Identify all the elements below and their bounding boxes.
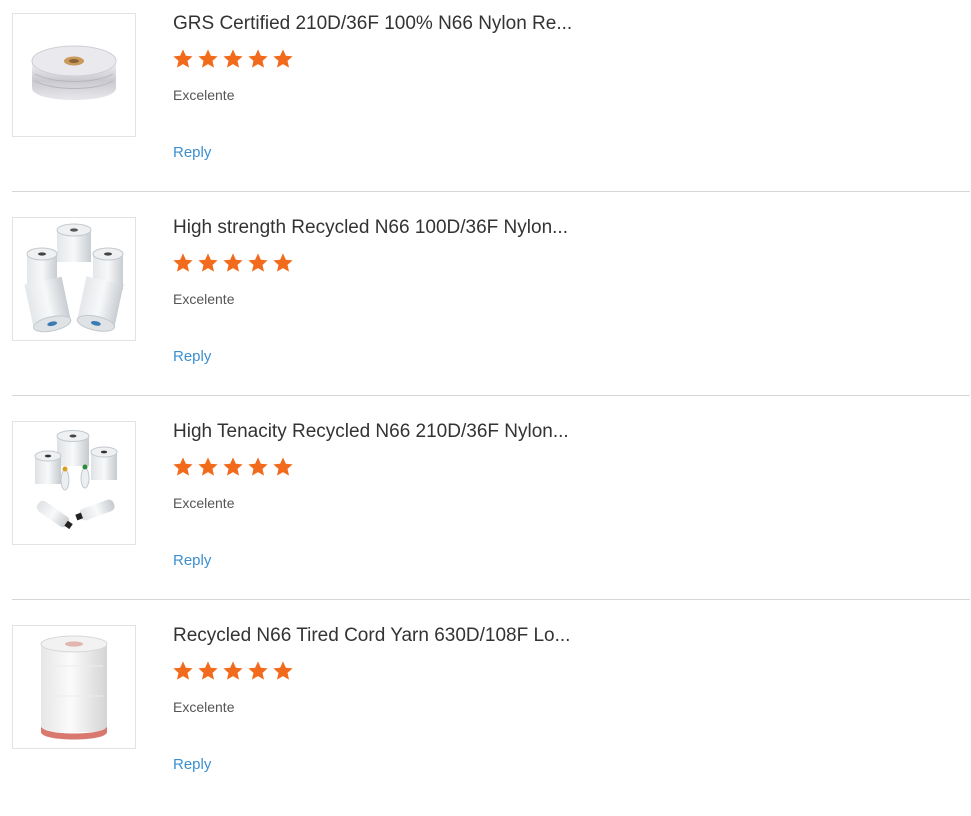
- product-title[interactable]: GRS Certified 210D/36F 100% N66 Nylon Re…: [173, 12, 572, 36]
- product-title[interactable]: High Tenacity Recycled N66 210D/36F Nylo…: [173, 420, 569, 444]
- star-rating: [172, 48, 294, 70]
- star-rating: [172, 252, 294, 274]
- star-icon: [272, 660, 294, 682]
- rating-label: Excelente: [173, 699, 235, 715]
- review-item: Recycled N66 Tired Cord Yarn 630D/108F L…: [0, 612, 971, 816]
- star-rating: [172, 660, 294, 682]
- star-icon: [172, 456, 194, 478]
- star-icon: [247, 456, 269, 478]
- stacked-yarn-spools-icon: [24, 223, 124, 333]
- rating-label: Excelente: [173, 291, 235, 307]
- star-icon: [222, 48, 244, 70]
- star-icon: [272, 48, 294, 70]
- star-icon: [197, 660, 219, 682]
- reply-link[interactable]: Reply: [173, 552, 211, 570]
- star-icon: [172, 660, 194, 682]
- star-icon: [172, 252, 194, 274]
- star-rating: [172, 456, 294, 478]
- star-icon: [247, 660, 269, 682]
- divider: [12, 191, 970, 192]
- star-icon: [272, 252, 294, 274]
- product-thumbnail[interactable]: [12, 217, 136, 341]
- review-item: High strength Recycled N66 100D/36F Nylo…: [0, 204, 971, 408]
- star-icon: [272, 456, 294, 478]
- star-icon: [172, 48, 194, 70]
- review-item: GRS Certified 210D/36F 100% N66 Nylon Re…: [0, 0, 971, 204]
- review-item: High Tenacity Recycled N66 210D/36F Nylo…: [0, 408, 971, 612]
- cord-yarn-bobbin-icon: [40, 635, 108, 740]
- star-icon: [197, 48, 219, 70]
- star-icon: [197, 456, 219, 478]
- divider: [12, 599, 970, 600]
- reply-link[interactable]: Reply: [173, 348, 211, 366]
- star-icon: [197, 252, 219, 274]
- product-thumbnail[interactable]: [12, 13, 136, 137]
- star-icon: [222, 456, 244, 478]
- reply-link[interactable]: Reply: [173, 756, 211, 774]
- star-icon: [222, 252, 244, 274]
- yarn-cones-icon: [34, 430, 118, 530]
- divider: [12, 395, 970, 396]
- product-thumbnail[interactable]: [12, 625, 136, 749]
- rating-label: Excelente: [173, 87, 235, 103]
- rating-label: Excelente: [173, 495, 235, 511]
- star-icon: [247, 252, 269, 274]
- reply-link[interactable]: Reply: [173, 144, 211, 162]
- star-icon: [247, 48, 269, 70]
- single-yarn-spool-icon: [31, 45, 117, 100]
- star-icon: [222, 660, 244, 682]
- product-thumbnail[interactable]: [12, 421, 136, 545]
- product-title[interactable]: High strength Recycled N66 100D/36F Nylo…: [173, 216, 568, 240]
- product-title[interactable]: Recycled N66 Tired Cord Yarn 630D/108F L…: [173, 624, 570, 648]
